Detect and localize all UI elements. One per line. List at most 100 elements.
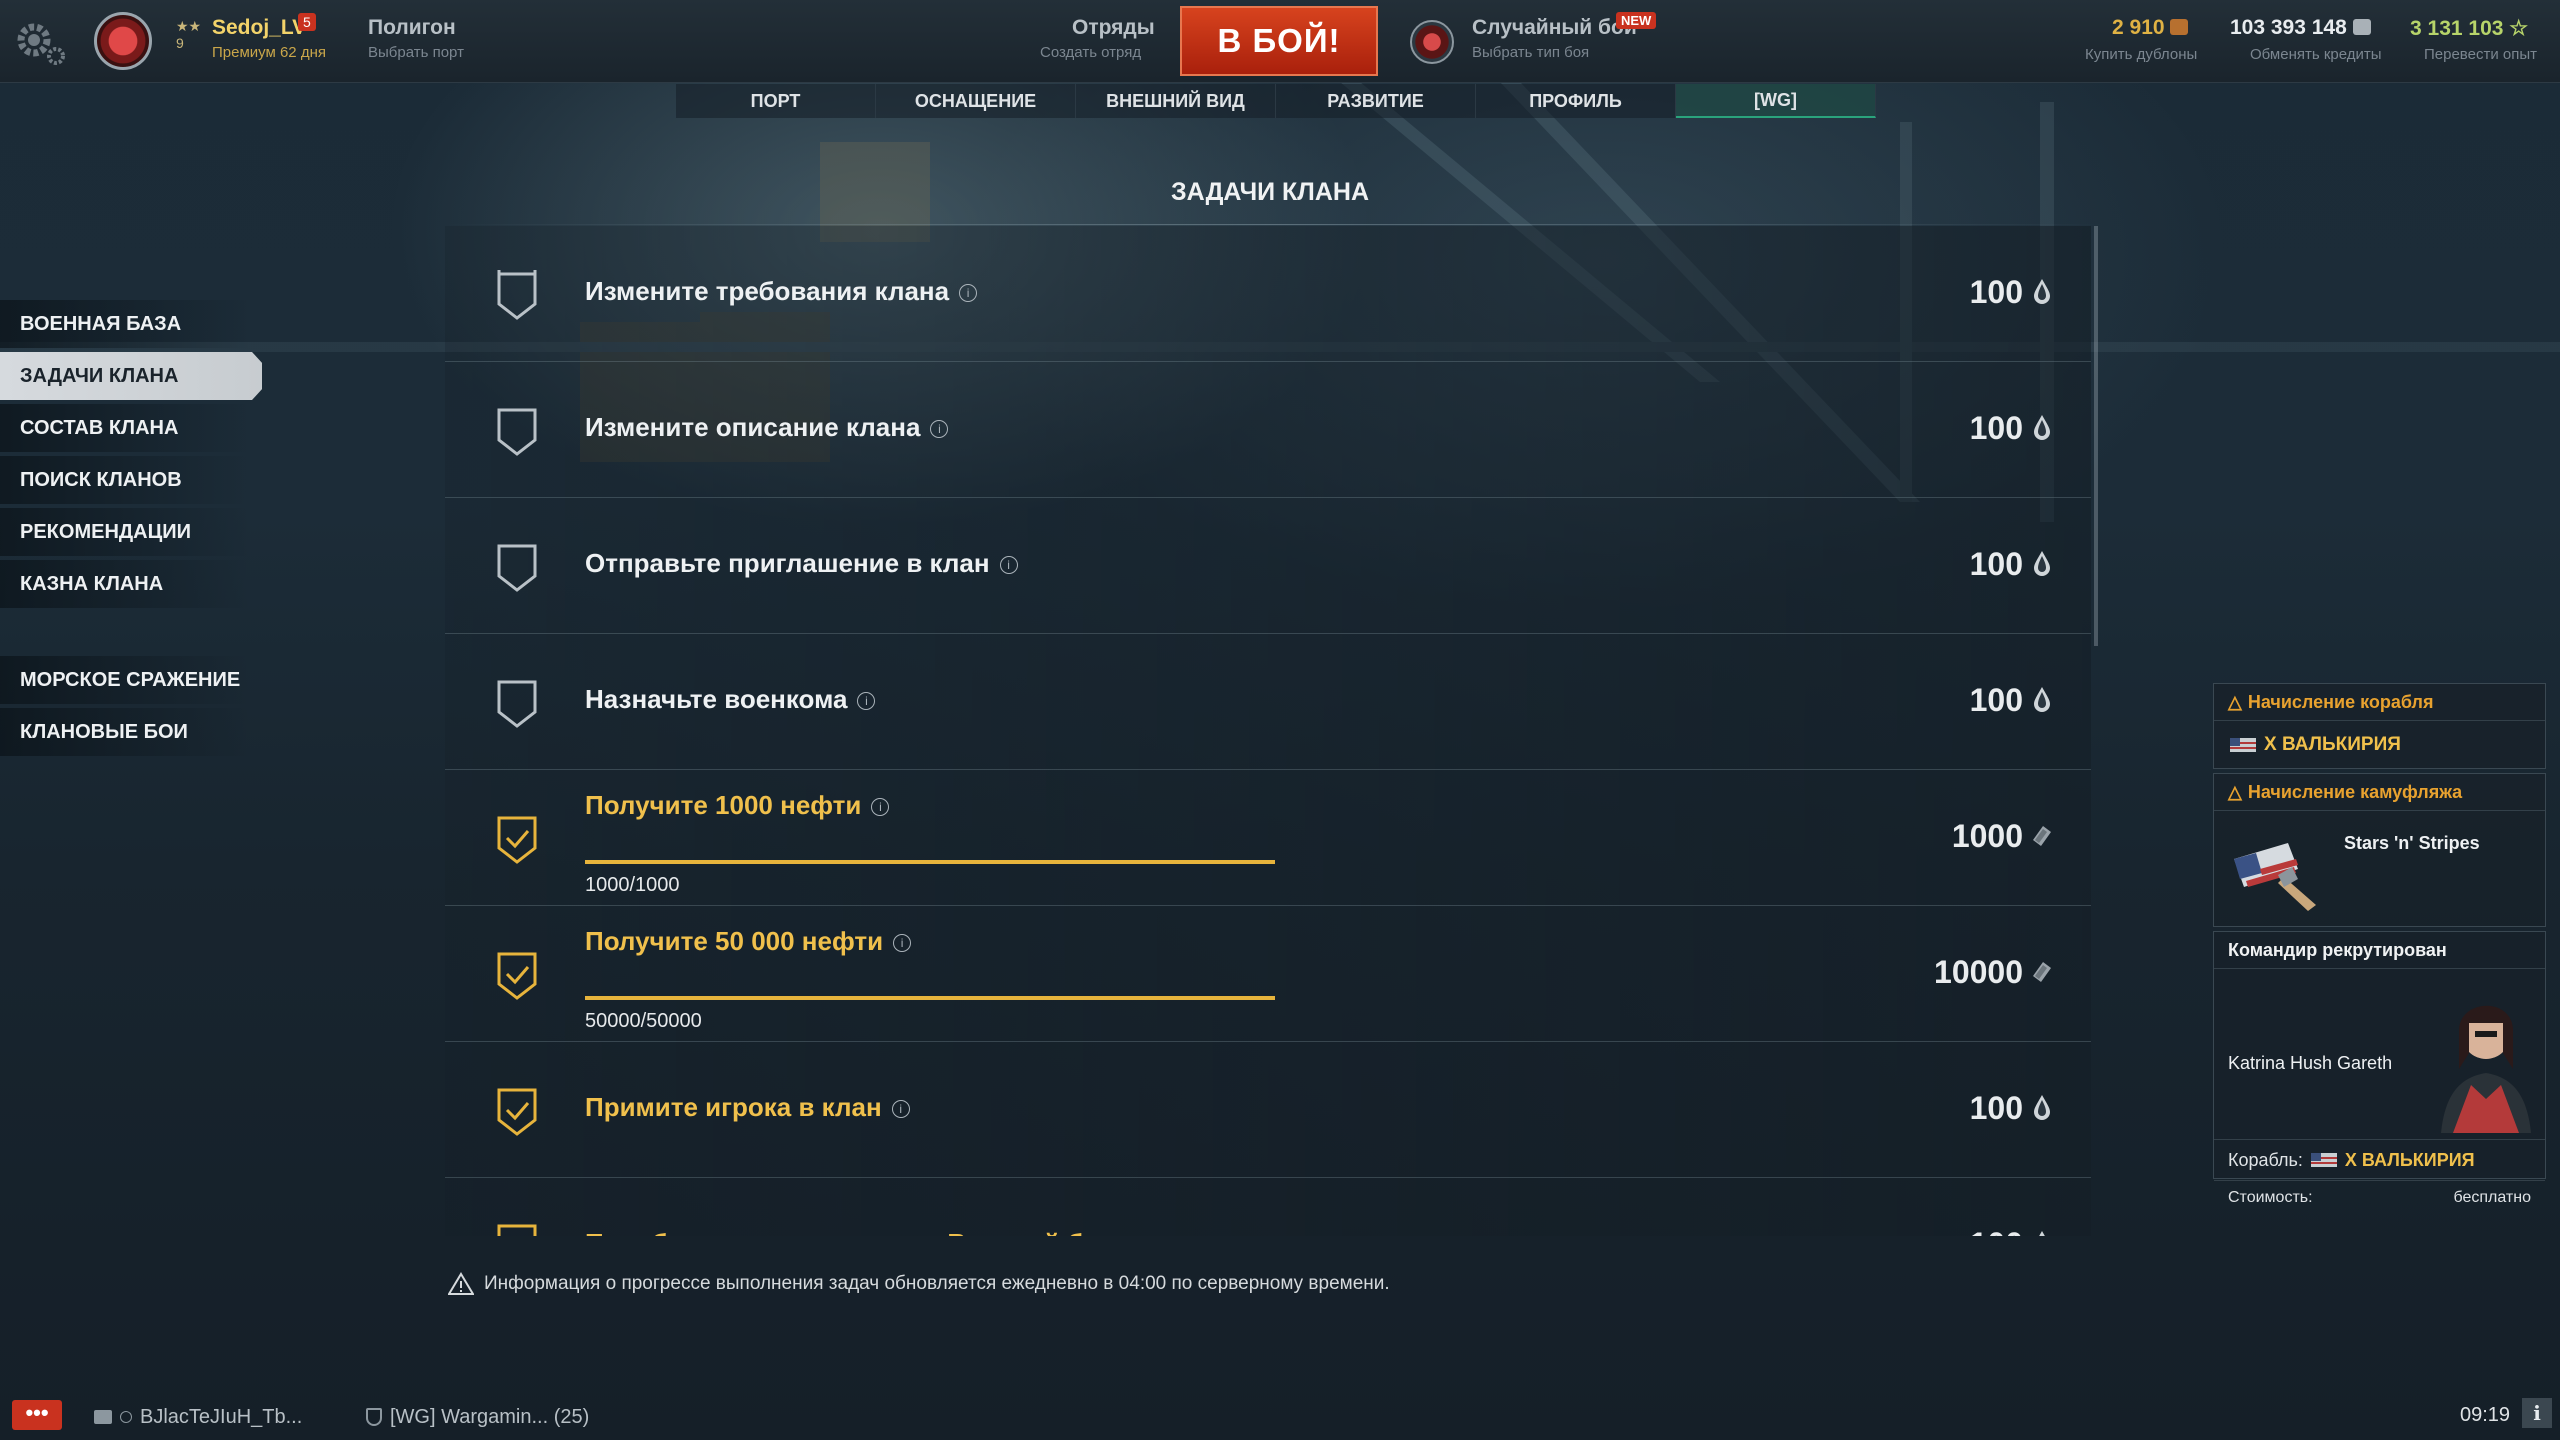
player-badge: 5 <box>298 13 316 31</box>
top-bar: ★★ 9 Sedoj_LV 5 Премиум 62 дня Полигон Вы… <box>0 0 2560 83</box>
sidebar-item-clan-treasury[interactable]: КАЗНА КЛАНА <box>0 560 250 608</box>
clan-chat-icon <box>366 1408 382 1426</box>
oil-drop-icon <box>2039 1231 2045 1236</box>
sidebar-item-clan-tasks[interactable]: ЗАДАЧИ КЛАНА <box>0 352 262 400</box>
clock: 09:19 <box>2460 1404 2511 1426</box>
warning-icon: △ <box>2228 781 2242 802</box>
player-name[interactable]: Sedoj_LV <box>212 16 306 40</box>
sidebar-item-clan-search[interactable]: ПОИСК КЛАНОВ <box>0 456 250 504</box>
oil-drop-icon <box>2034 415 2050 440</box>
task-row: Получите 50 000 нефти i 50000/50000 10000 <box>445 906 2091 1042</box>
commander-ship: X ВАЛЬКИРИЯ <box>2344 1149 2475 1170</box>
sidebar-item-recommendations[interactable]: РЕКОМЕНДАЦИИ <box>0 508 250 556</box>
task-reward: 100 <box>1969 274 2023 310</box>
battle-mode-title[interactable]: Случайный бой <box>1472 16 1637 40</box>
task-shield-icon <box>497 544 537 592</box>
task-reward: 100 <box>1969 546 2023 582</box>
port-selector-sub[interactable]: Выбрать порт <box>368 44 464 61</box>
clan-sidebar: ВОЕННАЯ БАЗА ЗАДАЧИ КЛАНА СОСТАВ КЛАНА П… <box>0 300 280 760</box>
task-name: Примите игрока в клан i <box>585 1092 910 1123</box>
task-name: Получите 1000 нефти i <box>585 790 890 821</box>
premium-status[interactable]: Премиум 62 дня <box>212 44 326 61</box>
battle-mode-icon[interactable] <box>1410 20 1454 64</box>
squads-title[interactable]: Отряды <box>1072 16 1155 40</box>
commander-cost-row: Стоимость: бесплатно <box>2214 1180 2545 1215</box>
task-row: Получите 1000 нефти i 1000/1000 1000 <box>445 770 2091 906</box>
cost-value: бесплатно <box>2453 1189 2532 1206</box>
info-button[interactable]: i <box>2522 1398 2552 1428</box>
warning-triangle-icon <box>448 1272 474 1295</box>
task-name: Измените требования клана i <box>585 276 978 307</box>
port-selector-title[interactable]: Полигон <box>368 16 456 40</box>
clan-avatar[interactable] <box>94 12 152 70</box>
task-completed-shield-icon <box>497 1088 537 1136</box>
doubloons-value: 2 910 <box>2112 16 2189 40</box>
sidebar-item-clan-battles[interactable]: КЛАНОВЫЕ БОИ <box>0 708 250 756</box>
settings-gear-icon[interactable] <box>14 16 68 70</box>
tab-port[interactable]: ПОРТ <box>676 84 876 118</box>
oil-drop-icon <box>2034 551 2050 576</box>
squads-sub[interactable]: Создать отряд <box>1040 44 1141 61</box>
battle-button[interactable]: В БОЙ! <box>1180 6 1378 76</box>
camouflage-icon <box>2234 843 2316 911</box>
rank-level: 9 <box>176 35 184 51</box>
tab-equipment[interactable]: ОСНАЩЕНИЕ <box>876 84 1076 118</box>
info-icon[interactable]: i <box>871 798 890 816</box>
tasks-scrollbar[interactable] <box>2094 226 2098 646</box>
tab-clan[interactable]: [WG] <box>1676 84 1876 118</box>
progress-notice: Информация о прогрессе выполнения задач … <box>448 1272 1390 1296</box>
oil-drop-icon <box>2034 279 2050 304</box>
info-icon[interactable]: i <box>857 692 876 710</box>
task-shield-icon <box>497 270 537 320</box>
xp-star-icon: ☆ <box>2509 17 2529 40</box>
sidebar-item-military-base[interactable]: ВОЕННАЯ БАЗА <box>0 300 250 348</box>
camouflage-credited-notification[interactable]: △ Начисление камуфляжа Stars 'n' Stripes <box>2213 773 2546 927</box>
exchange-credits-link[interactable]: Обменять кредиты <box>2250 46 2382 63</box>
us-flag-ship-icon <box>2310 1153 2337 1167</box>
tab-appearance[interactable]: ВНЕШНИЙ ВИД <box>1076 84 1276 118</box>
notification-title: △ Начисление камуфляжа <box>2214 774 2545 811</box>
battle-mode-sub[interactable]: Выбрать тип боя <box>1472 44 1589 61</box>
tab-development[interactable]: РАЗВИТИЕ <box>1276 84 1476 118</box>
info-icon[interactable]: i <box>891 1100 910 1118</box>
cost-label: Стоимость: <box>2228 1189 2313 1206</box>
task-name: Назначьте военкома i <box>585 684 876 715</box>
buy-doubloons-link[interactable]: Купить дублоны <box>2085 46 2197 63</box>
task-name: Получите 50 000 нефти i <box>585 926 912 957</box>
task-name: Измените описание клана i <box>585 412 949 443</box>
title-divider <box>445 224 2105 225</box>
tab-profile[interactable]: ПРОФИЛЬ <box>1476 84 1676 118</box>
info-icon[interactable]: i <box>999 556 1018 574</box>
oil-drop-icon <box>2034 1095 2050 1120</box>
task-row: Назначьте военкома i 100 <box>445 634 2091 770</box>
info-icon[interactable]: i <box>893 934 912 952</box>
ship-chip: X ВАЛЬКИРИЯ <box>2214 721 2545 769</box>
camouflage-body: Stars 'n' Stripes <box>2214 811 2545 927</box>
chat-channel-2[interactable]: [WG] Wargamin... (25) <box>366 1406 589 1429</box>
main-nav-tabs: ПОРТ ОСНАЩЕНИЕ ВНЕШНИЙ ВИД РАЗВИТИЕ ПРОФ… <box>676 84 1876 118</box>
chat-channel-1[interactable]: BJlacTeJIuH_Tb... <box>94 1406 302 1429</box>
task-reward: 100 <box>1969 682 2023 718</box>
chat-menu-button[interactable]: ••• <box>12 1400 62 1430</box>
tasks-list[interactable]: Измените требования клана i 100 Измените … <box>445 226 2091 1236</box>
sidebar-item-clan-members[interactable]: СОСТАВ КЛАНА <box>0 404 250 452</box>
warning-icon: △ <box>2228 691 2242 712</box>
commander-recruited-notification[interactable]: Командир рекрутирован Katrina Hush Garet… <box>2213 931 2546 1206</box>
task-reward: 1000 <box>1951 818 2023 854</box>
info-icon[interactable]: i <box>930 420 949 438</box>
oil-drop-icon <box>2034 687 2050 712</box>
task-progress-text: 50000/50000 <box>585 1010 702 1032</box>
info-icon[interactable]: i <box>959 284 978 302</box>
task-reward: 100 <box>1969 1090 2023 1126</box>
sidebar-item-naval-battle[interactable]: МОРСКОЕ СРАЖЕНИЕ <box>0 656 250 704</box>
task-name: Отправьте приглашение в клан i <box>585 548 1018 579</box>
commander-portrait <box>2441 1005 2531 1133</box>
new-badge: NEW <box>1616 12 1657 29</box>
convert-xp-link[interactable]: Перевести опыт <box>2424 46 2537 63</box>
task-reward: 10000 <box>1934 954 2023 990</box>
steel-icon <box>2033 962 2051 982</box>
ship-credited-notification[interactable]: △ Начисление корабля X ВАЛЬКИРИЯ <box>2213 683 2546 769</box>
notification-title: Командир рекрутирован <box>2214 932 2545 969</box>
task-completed-shield-icon <box>497 816 537 864</box>
